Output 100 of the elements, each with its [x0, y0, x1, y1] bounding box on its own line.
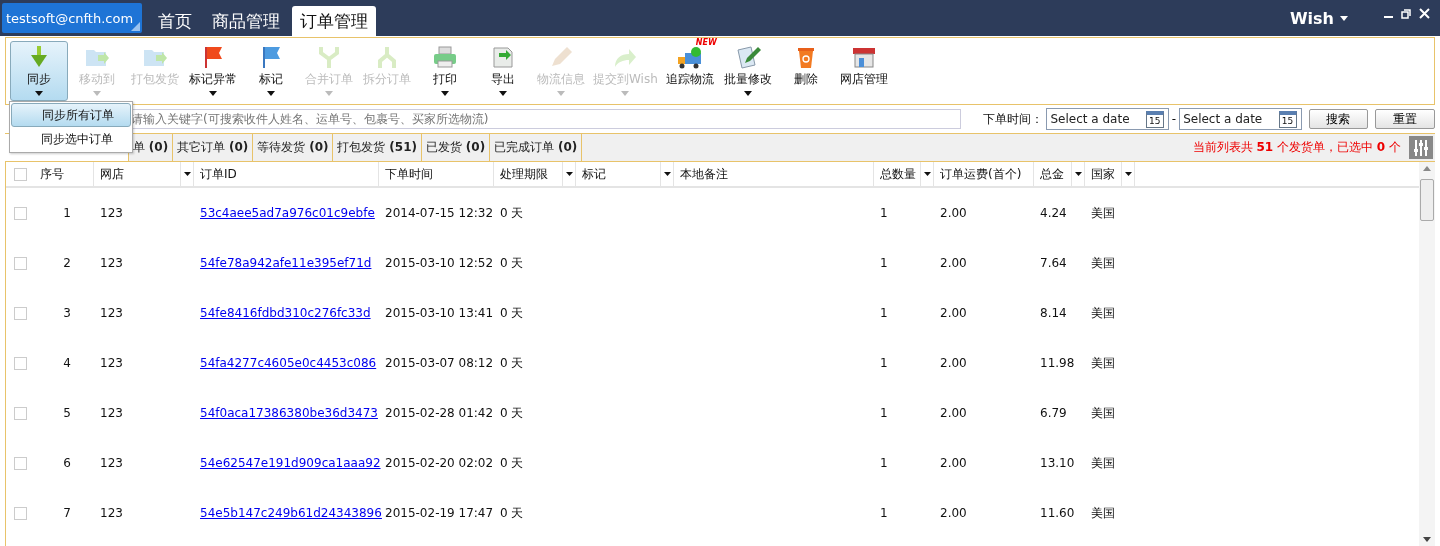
- table-cell: 0 天: [500, 354, 524, 372]
- toolbar-button[interactable]: 批量修改: [718, 41, 777, 101]
- column-header[interactable]: 订单ID: [194, 162, 379, 186]
- menu-item[interactable]: 同步选中订单: [11, 127, 131, 151]
- platform-dropdown[interactable]: Wish: [1283, 7, 1354, 29]
- truck-icon: [676, 44, 703, 69]
- row-checkbox[interactable]: [13, 456, 27, 470]
- merge-arrows-icon: [316, 44, 342, 69]
- column-header[interactable]: 处理期限: [494, 162, 576, 186]
- order-id-link[interactable]: 54f0aca17386380be36d3473: [200, 406, 378, 420]
- order-id-link[interactable]: 53c4aee5ad7a976c01c9ebfe: [200, 206, 375, 220]
- column-header[interactable]: 序号: [34, 162, 94, 186]
- order-id-link[interactable]: 54fe8416fdbd310c276fc33d: [200, 306, 371, 320]
- date-separator: -: [1171, 112, 1177, 126]
- table-cell: 美国: [1091, 254, 1115, 272]
- toolbar-button[interactable]: 标记: [242, 41, 300, 101]
- table-cell: 1: [880, 456, 888, 470]
- order-id-link[interactable]: 54e62547e191d909ca1aaa92: [200, 456, 381, 470]
- table-cell: 2.00: [940, 406, 967, 420]
- filter-dropdown-icon[interactable]: [180, 162, 193, 186]
- scrollbar[interactable]: [1419, 162, 1435, 546]
- table-cell: 6: [63, 456, 71, 470]
- nav-tab[interactable]: 首页: [150, 6, 200, 36]
- table-cell: 123: [100, 506, 123, 520]
- nav-tab[interactable]: 商品管理: [204, 6, 288, 36]
- column-header[interactable]: 下单时间: [379, 162, 494, 186]
- row-checkbox[interactable]: [13, 306, 27, 320]
- column-header[interactable]: 总数量: [874, 162, 934, 186]
- filter-dropdown-icon[interactable]: [1071, 162, 1084, 186]
- menu-item[interactable]: 同步所有订单: [11, 103, 131, 127]
- table-cell: 2.00: [940, 506, 967, 520]
- table-cell: 7.64: [1040, 256, 1067, 270]
- row-checkbox[interactable]: [13, 356, 27, 370]
- table-cell: 2.00: [940, 306, 967, 320]
- column-header[interactable]: 本地备注: [674, 162, 874, 186]
- order-id-link[interactable]: 54fe78a942afe11e395ef71d: [200, 256, 372, 270]
- table-cell: 123: [100, 206, 123, 220]
- table-cell: 7: [63, 506, 71, 520]
- caret-icon: [1340, 15, 1348, 21]
- table-cell: 0 天: [500, 204, 524, 222]
- column-header[interactable]: 国家: [1085, 162, 1135, 186]
- table-cell: 5: [63, 406, 71, 420]
- caret-icon: [499, 90, 507, 96]
- row-checkbox[interactable]: [13, 406, 27, 420]
- table-cell: 2.00: [940, 456, 967, 470]
- toolbar-button[interactable]: 标记异常: [184, 41, 242, 101]
- table-cell: 2015-03-10 12:52: [385, 256, 494, 270]
- scroll-up-icon[interactable]: [1423, 166, 1431, 171]
- toolbar-button[interactable]: 打印: [416, 41, 474, 101]
- caret-icon: [621, 90, 630, 96]
- date-field[interactable]: Select a date 15: [1046, 108, 1169, 130]
- table-cell: 123: [100, 306, 123, 320]
- column-header[interactable]: 订单运费(首个): [934, 162, 1034, 186]
- account-selector[interactable]: testsoft@cnfth.com: [2, 3, 142, 33]
- select-all-checkbox[interactable]: [13, 167, 27, 181]
- caret-icon: [267, 90, 275, 96]
- scroll-down-icon[interactable]: [1423, 537, 1431, 542]
- calendar-icon[interactable]: 15: [1145, 110, 1164, 128]
- table-cell: 1: [880, 256, 888, 270]
- order-id-link[interactable]: 54fa4277c4605e0c4453c086: [200, 356, 377, 370]
- filter-dropdown-icon[interactable]: [562, 162, 575, 186]
- nav-tab[interactable]: 订单管理: [292, 6, 376, 36]
- table-cell: 1: [880, 406, 888, 420]
- toolbar-button[interactable]: 导出: [474, 41, 532, 101]
- column-settings-button[interactable]: [1409, 136, 1433, 159]
- toolbar-button[interactable]: 删除: [776, 41, 835, 101]
- table-cell: 0 天: [500, 304, 524, 322]
- filter-dropdown-icon[interactable]: [920, 162, 933, 186]
- toolbar-button[interactable]: 同步: [10, 41, 68, 101]
- document-pencil-icon: [734, 44, 761, 69]
- column-header[interactable]: 标记: [576, 162, 674, 186]
- action-button[interactable]: 搜索: [1308, 109, 1369, 129]
- scrollbar-thumb[interactable]: [1420, 179, 1434, 221]
- row-checkbox[interactable]: [13, 206, 27, 220]
- filter-dropdown-icon[interactable]: [660, 162, 673, 186]
- window-controls-icon[interactable]: [1384, 8, 1430, 20]
- table-cell: 美国: [1091, 404, 1115, 422]
- order-time-label: 下单时间：: [983, 110, 1044, 128]
- caret-icon: [325, 90, 333, 96]
- date-field[interactable]: Select a date 15: [1179, 108, 1302, 130]
- caret-icon: [557, 90, 565, 96]
- summary-text: 当前列表共 51 个发货单，已选中 0 个: [1192, 139, 1401, 156]
- table-cell: 2.00: [940, 256, 967, 270]
- table-cell: 4.24: [1040, 206, 1067, 220]
- printer-icon: [432, 44, 458, 69]
- row-checkbox[interactable]: [13, 256, 27, 270]
- table-cell: 11.98: [1040, 356, 1075, 370]
- export-document-icon: [490, 44, 516, 69]
- toolbar-button[interactable]: 网店管理: [834, 41, 893, 101]
- order-id-link[interactable]: 54e5b147c249b61d24343896: [200, 506, 382, 520]
- action-button[interactable]: 重置: [1375, 109, 1435, 129]
- calendar-icon[interactable]: 15: [1278, 110, 1297, 128]
- row-checkbox[interactable]: [13, 506, 27, 520]
- table-cell: 美国: [1091, 354, 1115, 372]
- column-header[interactable]: 总金: [1034, 162, 1085, 186]
- table-cell: 0 天: [500, 504, 524, 522]
- table-cell: 123: [100, 356, 123, 370]
- filter-dropdown-icon[interactable]: [1121, 162, 1134, 186]
- column-header[interactable]: 网店: [94, 162, 194, 186]
- table-cell: 123: [100, 256, 123, 270]
